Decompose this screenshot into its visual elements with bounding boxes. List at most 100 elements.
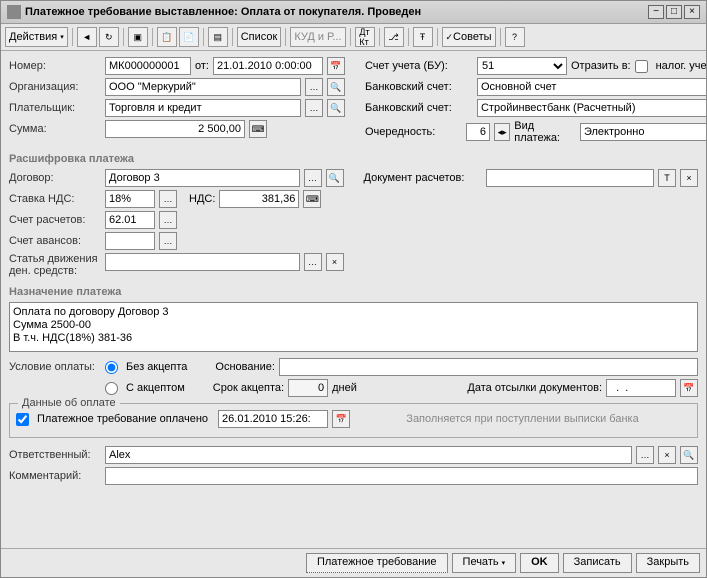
vatrate-field[interactable]	[105, 190, 155, 208]
doc-link[interactable]: Платежное требование	[306, 553, 448, 573]
advacc-label: Счет авансов:	[9, 235, 101, 247]
close-button[interactable]: ×	[684, 5, 700, 19]
structure-button[interactable]: ⎇	[384, 27, 404, 47]
no-accept-radio[interactable]	[105, 361, 118, 374]
resp-select-button[interactable]: …	[636, 446, 654, 464]
flowitem-clear-button[interactable]: ×	[326, 253, 344, 271]
vat-calc-button[interactable]: ⌨	[303, 190, 321, 208]
tax-label: налог. учете	[656, 60, 706, 72]
resp-label: Ответственный:	[9, 449, 101, 461]
calcdoc-field[interactable]	[486, 169, 655, 187]
flowitem-select-button[interactable]: …	[304, 253, 322, 271]
titlebar: Платежное требование выставленное: Оплат…	[1, 1, 706, 24]
accept-term-label: Срок акцепта:	[213, 382, 284, 394]
calcdoc-t-button[interactable]: T	[658, 169, 676, 187]
toolbar-icon-3[interactable]: 📄	[179, 27, 199, 47]
with-accept-radio[interactable]	[105, 382, 118, 395]
org-label: Организация:	[9, 81, 101, 93]
toolbar-icon-2[interactable]: 📋	[157, 27, 177, 47]
kudir-button[interactable]: КУД и Р...	[290, 27, 345, 47]
advice-button[interactable]: ✓ Советы	[442, 27, 496, 47]
calcacc-select-button[interactable]: …	[159, 211, 177, 229]
toolbar-icon-1[interactable]: ▣	[128, 27, 148, 47]
org-open-button[interactable]: 🔍	[327, 78, 345, 96]
resp-clear-button[interactable]: ×	[658, 446, 676, 464]
dtKt-button[interactable]: ДтКт	[355, 27, 375, 47]
toolbar-icon-4[interactable]: ▤	[208, 27, 228, 47]
days-label: дней	[332, 382, 357, 394]
number-field[interactable]	[105, 57, 191, 75]
ok-button[interactable]: OK	[520, 553, 559, 573]
date-field[interactable]	[213, 57, 323, 75]
accept-term-field[interactable]	[288, 379, 328, 397]
bank2-field[interactable]	[477, 99, 706, 117]
with-accept-label: С акцептом	[126, 382, 185, 394]
app-icon	[7, 5, 21, 19]
list-button[interactable]: Список	[237, 27, 282, 47]
paid-date-cal-button[interactable]: 📅	[332, 410, 350, 428]
print-button[interactable]: Печать	[452, 553, 517, 573]
flowitem-field[interactable]	[105, 253, 300, 271]
vatrate-select-button[interactable]: …	[159, 190, 177, 208]
decode-header: Расшифровка платежа	[9, 153, 698, 165]
calcdoc-label: Документ расчетов:	[364, 172, 482, 184]
org-select-button[interactable]: …	[305, 78, 323, 96]
bank1-label: Банковский счет:	[365, 81, 473, 93]
senddate-label: Дата отсылки документов:	[467, 382, 602, 394]
contract-field[interactable]	[105, 169, 300, 187]
resp-open-button[interactable]: 🔍	[680, 446, 698, 464]
vat-field[interactable]	[219, 190, 299, 208]
vat-label: НДС:	[189, 193, 215, 205]
tax-checkbox[interactable]	[635, 60, 648, 73]
calculator-icon[interactable]: ⌨	[249, 120, 267, 138]
paid-checkbox[interactable]	[16, 413, 29, 426]
paid-date-field[interactable]	[218, 410, 328, 428]
payer-field[interactable]	[105, 99, 301, 117]
priority-label: Очередность:	[365, 126, 462, 138]
advacc-select-button[interactable]: …	[159, 232, 177, 250]
priority-spinner[interactable]: ◂▸	[494, 123, 510, 141]
close-footer-button[interactable]: Закрыть	[636, 553, 700, 573]
no-accept-label: Без акцепта	[126, 361, 187, 373]
from-label: от:	[195, 60, 209, 72]
account-select[interactable]: 51	[477, 57, 567, 75]
bank1-field[interactable]	[477, 78, 706, 96]
sum-field[interactable]	[105, 120, 245, 138]
payer-open-button[interactable]: 🔍	[327, 99, 345, 117]
contract-select-button[interactable]: …	[304, 169, 322, 187]
basis-field[interactable]	[279, 358, 698, 376]
advacc-field[interactable]	[105, 232, 155, 250]
contract-open-button[interactable]: 🔍	[326, 169, 344, 187]
purpose-header: Назначение платежа	[9, 286, 698, 298]
comment-field[interactable]	[105, 467, 698, 485]
senddate-field[interactable]	[606, 379, 676, 397]
org-field[interactable]	[105, 78, 301, 96]
resp-field[interactable]	[105, 446, 632, 464]
purpose-textarea[interactable]: Оплата по договору Договор 3 Сумма 2500-…	[9, 302, 698, 352]
actions-menu[interactable]: Действия	[5, 27, 68, 47]
tt-button[interactable]: Ŧ	[413, 27, 433, 47]
calcdoc-clear-button[interactable]: ×	[680, 169, 698, 187]
flowitem-label: Статья движения ден. средств:	[9, 253, 101, 277]
refresh-button[interactable]: ↻	[99, 27, 119, 47]
calcacc-label: Счет расчетов:	[9, 214, 101, 226]
paytype-field[interactable]	[580, 123, 706, 141]
account-label: Счет учета (БУ):	[365, 60, 473, 72]
paydata-legend: Данные об оплате	[18, 397, 120, 409]
paid-label: Платежное требование оплачено	[37, 413, 208, 425]
back-button[interactable]: ◄	[77, 27, 97, 47]
calendar-icon[interactable]: 📅	[327, 57, 345, 75]
payer-select-button[interactable]: …	[305, 99, 323, 117]
paydata-fieldset: Данные об оплате Платежное требование оп…	[9, 403, 698, 438]
save-button[interactable]: Записать	[563, 553, 632, 573]
priority-field[interactable]	[466, 123, 490, 141]
bottom-bar: Платежное требование Печать OK Записать …	[1, 548, 706, 577]
sum-label: Сумма:	[9, 123, 101, 135]
minimize-button[interactable]: −	[648, 5, 664, 19]
help-button[interactable]: ?	[505, 27, 525, 47]
senddate-cal-button[interactable]: 📅	[680, 379, 698, 397]
bank2-label: Банковский счет:	[365, 102, 473, 114]
maximize-button[interactable]: □	[666, 5, 682, 19]
basis-label: Основание:	[215, 361, 274, 373]
calcacc-field[interactable]	[105, 211, 155, 229]
